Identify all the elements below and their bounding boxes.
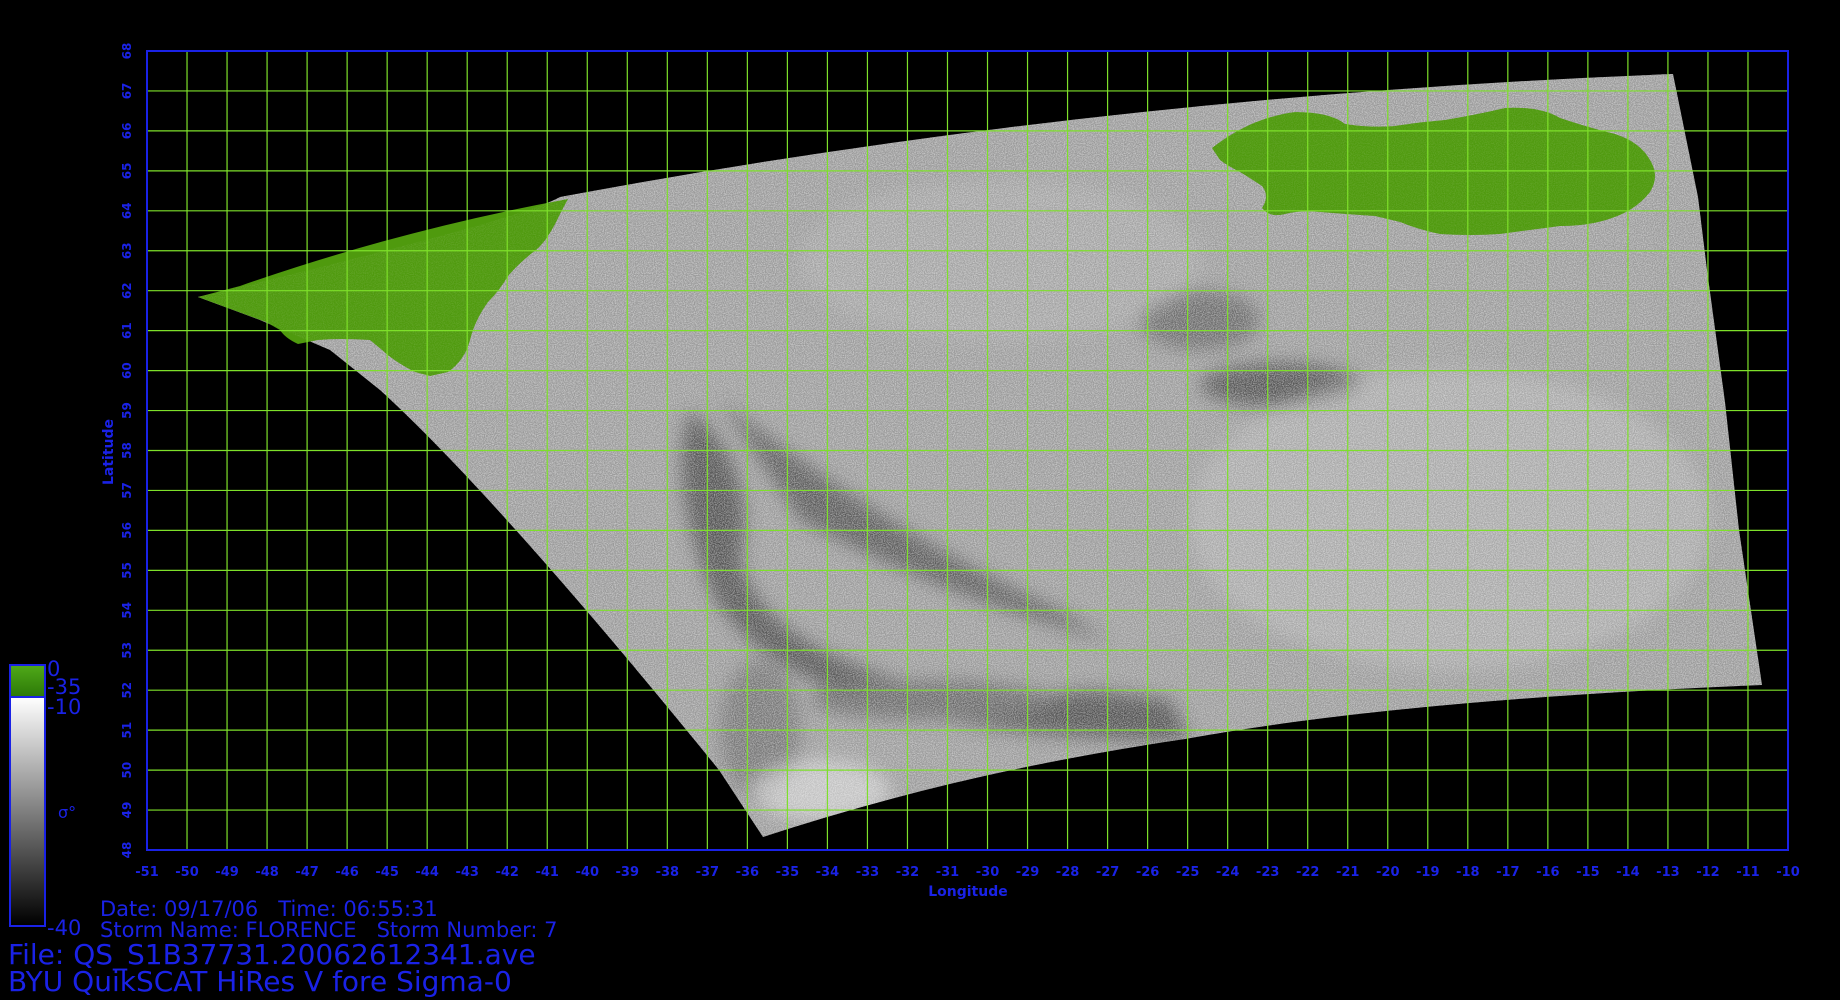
latitude-tick-label: 66	[120, 123, 134, 140]
latitude-tick-label: 59	[120, 402, 134, 419]
y-axis-label: Latitude	[101, 419, 117, 485]
longitude-tick-label: -27	[1096, 865, 1120, 880]
latitude-tick-label: 67	[120, 83, 134, 100]
latitude-tick-label: 63	[120, 242, 134, 259]
longitude-tick-label: -49	[215, 865, 239, 880]
longitude-tick-label: -33	[856, 865, 880, 880]
latitude-tick-label: 50	[120, 762, 134, 779]
longitude-tick-label: -40	[576, 865, 600, 880]
longitude-tick-label: -18	[1456, 865, 1480, 880]
latitude-tick-label: 65	[120, 162, 134, 179]
longitude-tick-label: -30	[976, 865, 1000, 880]
longitude-tick-label: -17	[1496, 865, 1520, 880]
longitude-tick-label: -20	[1376, 865, 1400, 880]
sigma0-map: -51 -50 -49 -48 -47 -46 -45 -44 -43 -42 -41 -40 -39 -…	[9, 43, 1800, 940]
latitude-tick-label: 54	[120, 602, 134, 619]
longitude-tick-label: -46	[335, 865, 359, 880]
latitude-tick-label: 62	[120, 282, 134, 299]
longitude-tick-label: -15	[1576, 865, 1600, 880]
colorbar-label-minus40: -40	[47, 916, 81, 940]
longitude-tick-label: -21	[1336, 865, 1360, 880]
lat-lon-grid	[146, 50, 1789, 851]
longitude-tick-label: -29	[1016, 865, 1040, 880]
longitude-tick-label: -34	[816, 865, 840, 880]
longitude-tick-label: -45	[375, 865, 399, 880]
longitude-tick-label: -48	[255, 865, 279, 880]
latitude-tick-label: 64	[120, 202, 134, 219]
info-date-time: Date: 09/17/06 Time: 06:55:31	[100, 897, 438, 921]
latitude-tick-label: 57	[120, 482, 134, 499]
latitude-tick-label: 55	[120, 562, 134, 579]
longitude-tick-label: -26	[1136, 865, 1160, 880]
longitude-tick-label: -12	[1696, 865, 1720, 880]
longitude-tick-label: -19	[1416, 865, 1440, 880]
colorbar-sigma-symbol: σ°	[58, 803, 76, 822]
latitude-tick-label: 58	[120, 442, 134, 459]
longitude-tick-label: -14	[1616, 865, 1640, 880]
info-product-title: BYU QuikSCAT HiRes V fore Sigma-0	[8, 965, 512, 998]
x-axis-label: Longitude	[928, 884, 1008, 900]
longitude-tick-label: -51	[135, 865, 159, 880]
latitude-tick-label: 61	[120, 322, 134, 339]
latitude-tick-labels: 48 49 50 51 52 53 54 55 56 57 58 59 60 61 62 63 64 65 66 67…	[120, 43, 134, 859]
longitude-tick-label: -39	[616, 865, 640, 880]
latitude-tick-label: 56	[120, 522, 134, 539]
colorbar-label-minus10: -10	[47, 695, 81, 719]
longitude-tick-label: -31	[936, 865, 960, 880]
longitude-tick-label: -10	[1776, 865, 1800, 880]
longitude-tick-label: -13	[1656, 865, 1680, 880]
longitude-tick-label: -41	[535, 865, 559, 880]
longitude-tick-label: -24	[1216, 865, 1240, 880]
longitude-tick-label: -35	[776, 865, 800, 880]
longitude-tick-label: -22	[1296, 865, 1320, 880]
latitude-tick-label: 51	[120, 722, 134, 739]
longitude-tick-label: -50	[175, 865, 199, 880]
longitude-tick-label: -28	[1056, 865, 1080, 880]
colorbar: 0 -35 -10 -40 σ°	[9, 657, 81, 940]
longitude-tick-label: -25	[1176, 865, 1200, 880]
latitude-tick-label: 52	[120, 682, 134, 699]
latitude-tick-label: 68	[120, 43, 134, 60]
longitude-tick-labels: -51 -50 -49 -48 -47 -46 -45 -44 -43 -42 -41 -40 -39 -…	[135, 865, 1800, 880]
latitude-tick-label: 53	[120, 642, 134, 659]
longitude-tick-label: -36	[736, 865, 760, 880]
longitude-tick-label: -44	[415, 865, 439, 880]
longitude-tick-label: -32	[896, 865, 920, 880]
longitude-tick-label: -47	[295, 865, 319, 880]
longitude-tick-label: -42	[495, 865, 519, 880]
latitude-tick-label: 49	[120, 802, 134, 819]
longitude-tick-label: -43	[455, 865, 479, 880]
longitude-tick-label: -11	[1736, 865, 1760, 880]
latitude-tick-label: 48	[120, 842, 134, 859]
longitude-tick-label: -16	[1536, 865, 1560, 880]
colorbar-gray-ramp	[11, 697, 44, 925]
longitude-tick-label: -37	[696, 865, 720, 880]
longitude-tick-label: -23	[1256, 865, 1280, 880]
latitude-tick-label: 60	[120, 362, 134, 379]
longitude-tick-label: -38	[656, 865, 680, 880]
colorbar-green-segment	[11, 666, 44, 696]
